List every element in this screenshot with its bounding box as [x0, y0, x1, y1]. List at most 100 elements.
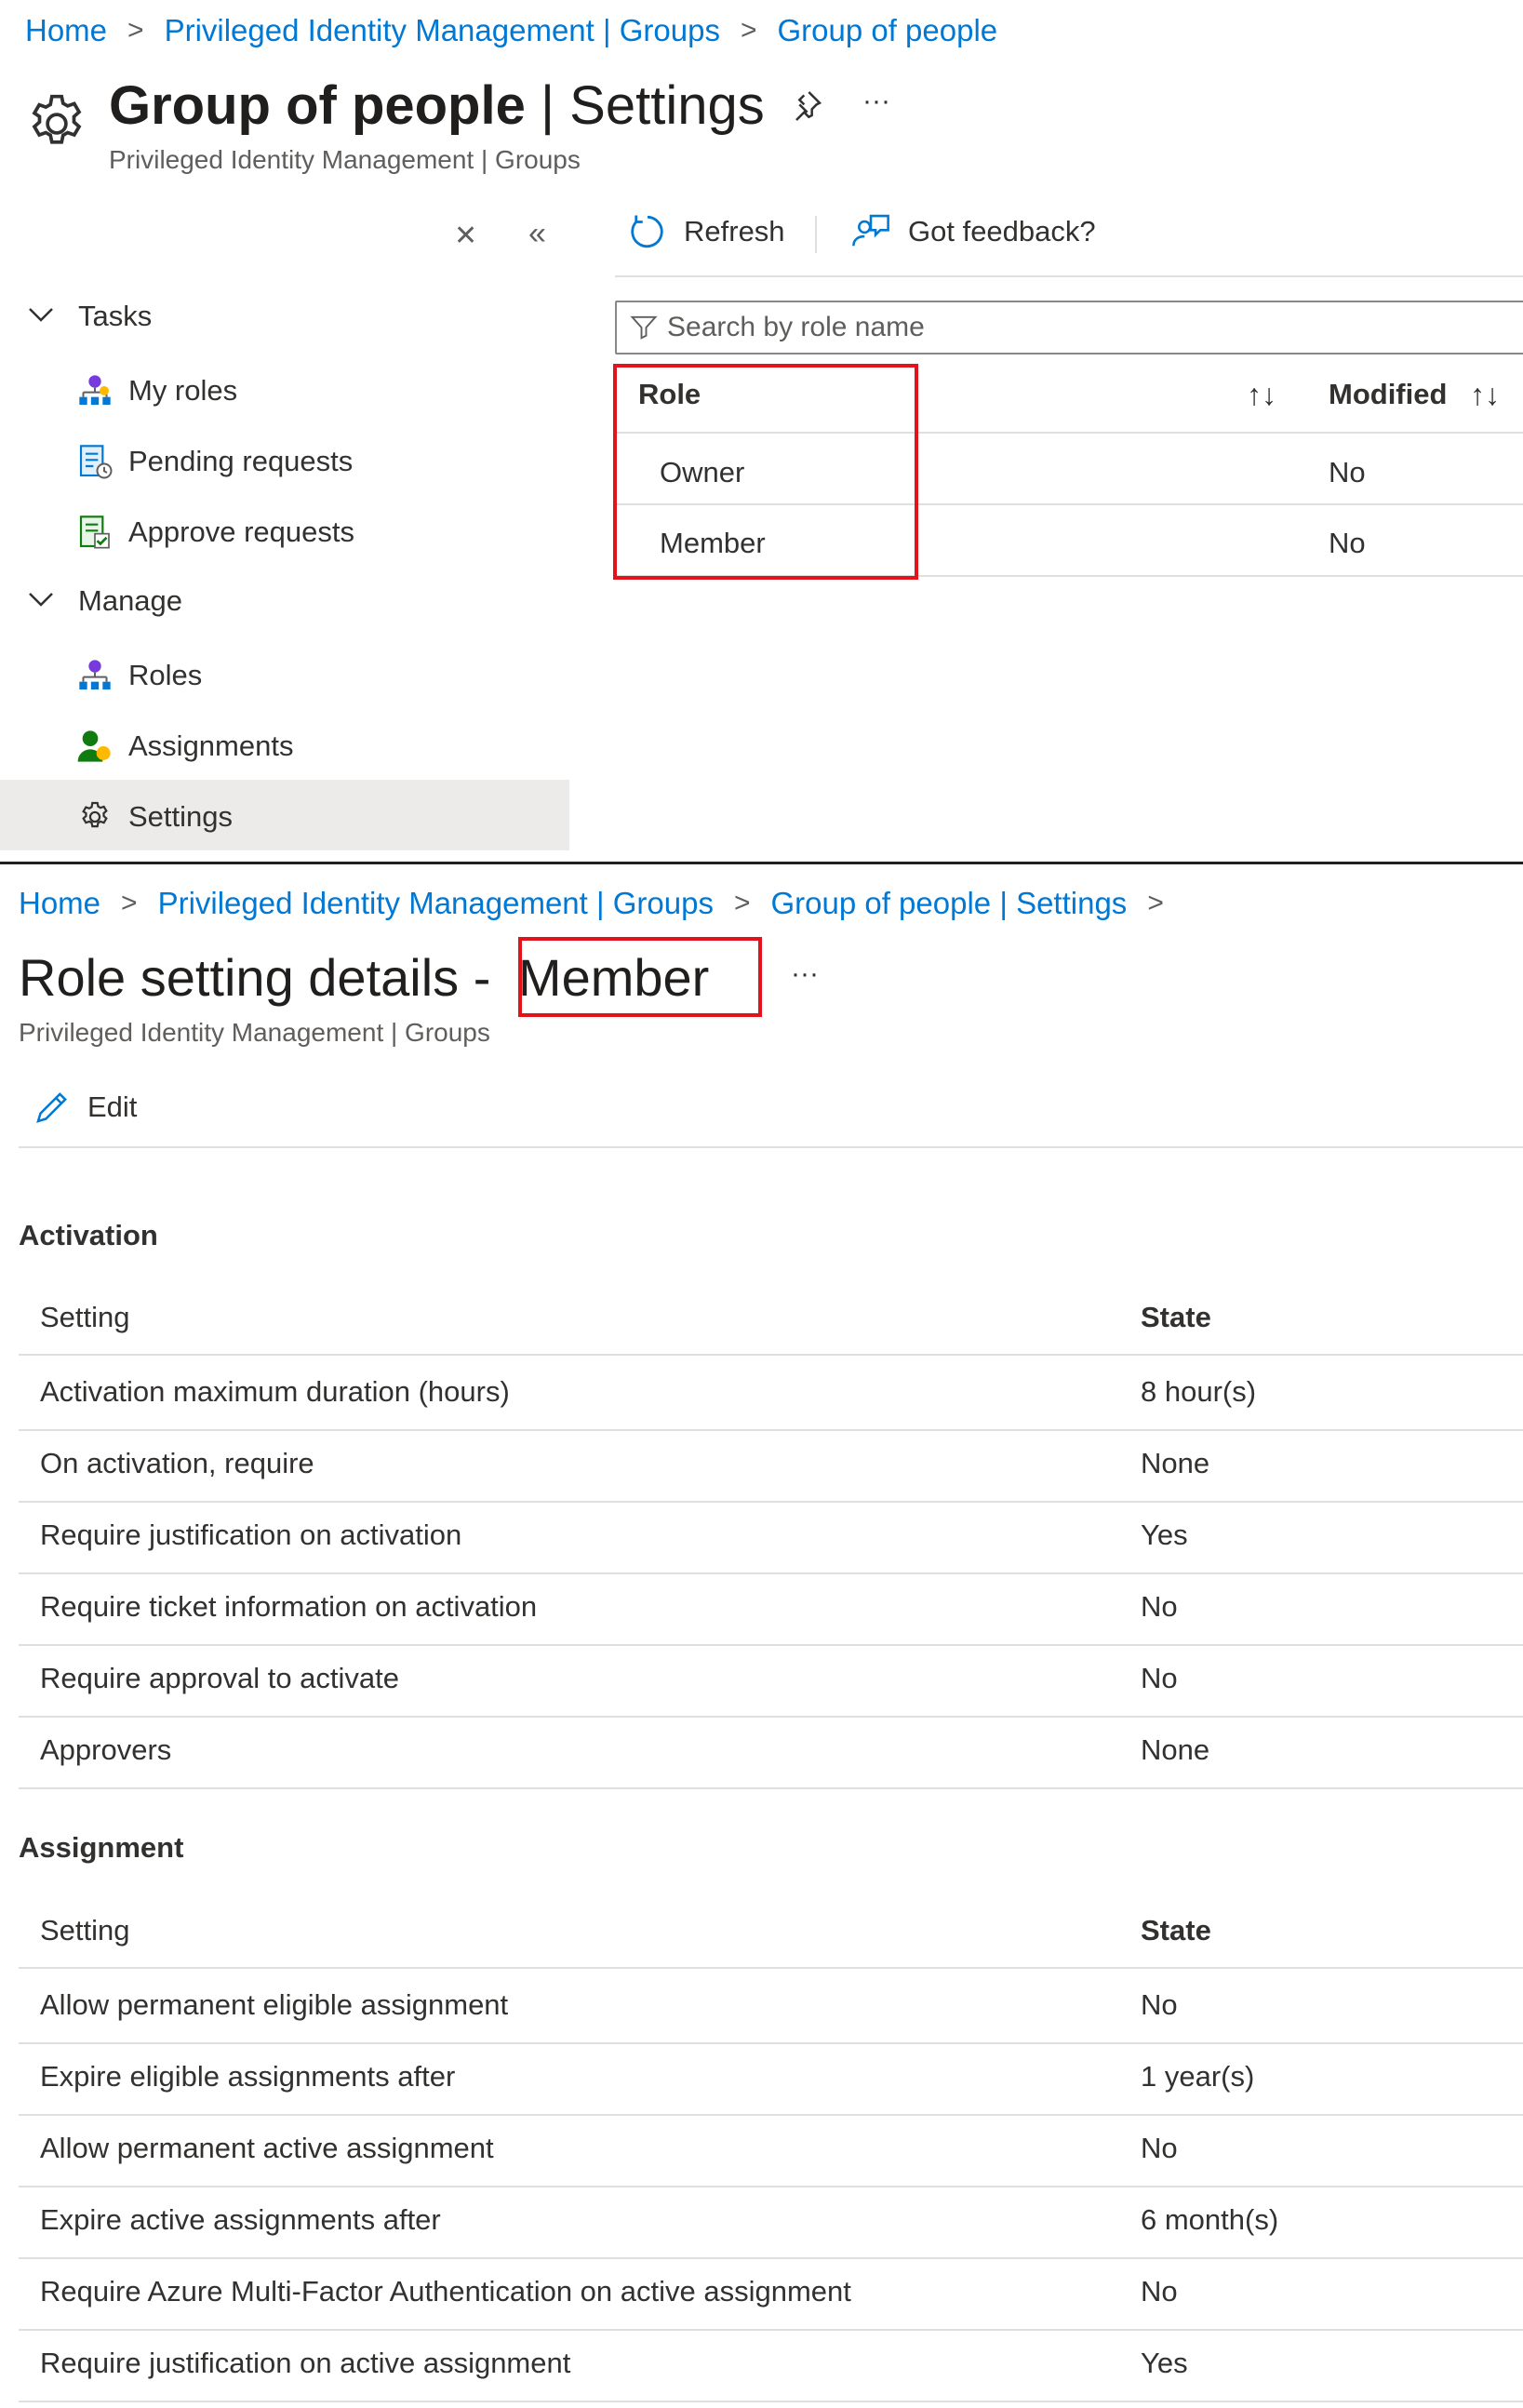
chevron-right-icon: >	[121, 888, 138, 918]
row-divider	[19, 1501, 1523, 1503]
sidebar-item-label: Settings	[128, 800, 234, 833]
breadcrumb-group[interactable]: Group of people	[777, 13, 997, 48]
setting-state: No	[1141, 1988, 1178, 2021]
pending-requests-icon	[74, 441, 115, 482]
row-divider	[19, 1644, 1523, 1646]
sort-icon[interactable]: ↑↓	[1247, 378, 1276, 412]
chevron-right-icon: >	[740, 15, 757, 46]
setting-name: Allow permanent eligible assignment	[40, 1988, 509, 2021]
setting-state: None	[1141, 1447, 1210, 1479]
sidebar-item-my-roles[interactable]: My roles	[74, 370, 237, 411]
setting-state: No	[1141, 1662, 1178, 1694]
setting-name: Require justification on activation	[40, 1518, 462, 1551]
toolbar-divider	[815, 216, 817, 253]
sidebar-item-roles[interactable]: Roles	[74, 655, 202, 696]
pin-icon[interactable]	[787, 87, 824, 125]
page-title-main: Group of people	[109, 75, 526, 136]
sidebar-item-settings[interactable]: Settings	[74, 796, 233, 837]
row-divider	[19, 1354, 1523, 1356]
setting-name: On activation, require	[40, 1447, 314, 1479]
toolbar-underline	[615, 275, 1523, 277]
breadcrumb-home[interactable]: Home	[19, 886, 100, 921]
setting-state: 6 month(s)	[1141, 2203, 1279, 2236]
gear-icon	[74, 796, 115, 837]
feedback-button[interactable]: Got feedback?	[850, 212, 1096, 251]
setting-state: Yes	[1141, 2347, 1188, 2379]
roles-icon	[74, 655, 115, 696]
more-options-button[interactable]: ···	[862, 86, 890, 117]
panel-divider	[0, 862, 1523, 864]
breadcrumb-pim-groups[interactable]: Privileged Identity Management | Groups	[165, 13, 720, 48]
feedback-icon	[850, 212, 891, 251]
page-subtitle: Privileged Identity Management | Groups	[109, 145, 581, 174]
more-options-button[interactable]: ···	[791, 958, 819, 990]
setting-name: Approvers	[40, 1733, 172, 1766]
sidebar-item-pending-requests[interactable]: Pending requests	[74, 441, 353, 482]
setting-name: Expire active assignments after	[40, 2203, 441, 2236]
sidebar-item-label: Roles	[128, 659, 203, 691]
setting-state: 8 hour(s)	[1141, 1375, 1257, 1408]
top-breadcrumb: Home > Privileged Identity Management | …	[25, 13, 997, 48]
assignment-heading: Assignment	[19, 1831, 184, 1864]
column-header-modified[interactable]: Modified	[1329, 378, 1447, 411]
feedback-label: Got feedback?	[908, 215, 1096, 247]
refresh-label: Refresh	[684, 215, 785, 247]
sort-icon[interactable]: ↑↓	[1470, 378, 1500, 412]
setting-name: Require ticket information on activation	[40, 1590, 538, 1623]
column-header-setting: Setting	[40, 1301, 130, 1333]
column-header-state: State	[1141, 1914, 1211, 1946]
sidebar-group-manage[interactable]: Manage	[78, 584, 182, 618]
pencil-icon	[33, 1089, 71, 1126]
setting-state: No	[1141, 1590, 1178, 1623]
breadcrumb-group-settings[interactable]: Group of people | Settings	[770, 886, 1127, 921]
approve-requests-icon	[74, 512, 115, 553]
setting-state: None	[1141, 1733, 1210, 1766]
sidebar-item-label: My roles	[128, 374, 238, 407]
setting-name: Expire eligible assignments after	[40, 2060, 456, 2093]
row-divider	[19, 1429, 1523, 1431]
highlight-role-column	[613, 364, 918, 580]
setting-name: Require approval to activate	[40, 1662, 400, 1694]
chevron-right-icon: >	[127, 15, 144, 46]
bottom-breadcrumb: Home > Privileged Identity Management | …	[19, 886, 1184, 921]
column-header-state: State	[1141, 1301, 1211, 1333]
row-divider	[19, 1787, 1523, 1789]
search-box[interactable]: Search by role name	[615, 301, 1523, 355]
refresh-button[interactable]: Refresh	[628, 212, 785, 251]
page-subtitle: Privileged Identity Management | Groups	[19, 1018, 490, 1047]
sidebar-group-tasks[interactable]: Tasks	[78, 300, 152, 333]
row-divider	[19, 2401, 1523, 2402]
assignments-icon	[74, 726, 115, 767]
filter-icon	[630, 314, 658, 341]
highlight-role-title	[518, 937, 762, 1017]
column-header-setting: Setting	[40, 1914, 130, 1946]
sidebar-item-label: Approve requests	[128, 515, 354, 548]
row-divider	[19, 2329, 1523, 2331]
row-divider	[19, 1716, 1523, 1718]
collapse-icon[interactable]: «	[528, 216, 546, 252]
chevron-down-icon[interactable]	[27, 303, 55, 326]
page-title: Group of people | Settings	[109, 74, 765, 137]
setting-state: Yes	[1141, 1518, 1188, 1551]
table-row-modified: No	[1329, 456, 1366, 488]
sidebar-item-approve-requests[interactable]: Approve requests	[74, 512, 354, 553]
row-divider	[19, 2257, 1523, 2259]
breadcrumb-home[interactable]: Home	[25, 13, 107, 48]
breadcrumb-pim-groups[interactable]: Privileged Identity Management | Groups	[158, 886, 714, 921]
edit-label: Edit	[87, 1090, 138, 1123]
setting-state: 1 year(s)	[1141, 2060, 1255, 2093]
row-divider	[19, 2114, 1523, 2116]
edit-button[interactable]: Edit	[33, 1089, 137, 1126]
setting-name: Require Azure Multi-Factor Authenticatio…	[40, 2275, 851, 2308]
search-input[interactable]: Search by role name	[667, 312, 925, 343]
chevron-down-icon[interactable]	[27, 588, 55, 610]
chevron-right-icon: >	[733, 888, 751, 918]
sidebar-item-label: Pending requests	[128, 445, 354, 477]
my-roles-icon	[74, 370, 115, 411]
row-divider	[19, 1967, 1523, 1969]
sidebar-item-label: Assignments	[128, 729, 294, 762]
close-icon[interactable]: ✕	[454, 220, 477, 252]
sidebar-item-assignments[interactable]: Assignments	[74, 726, 293, 767]
setting-state: No	[1141, 2275, 1178, 2308]
activation-heading: Activation	[19, 1219, 158, 1251]
